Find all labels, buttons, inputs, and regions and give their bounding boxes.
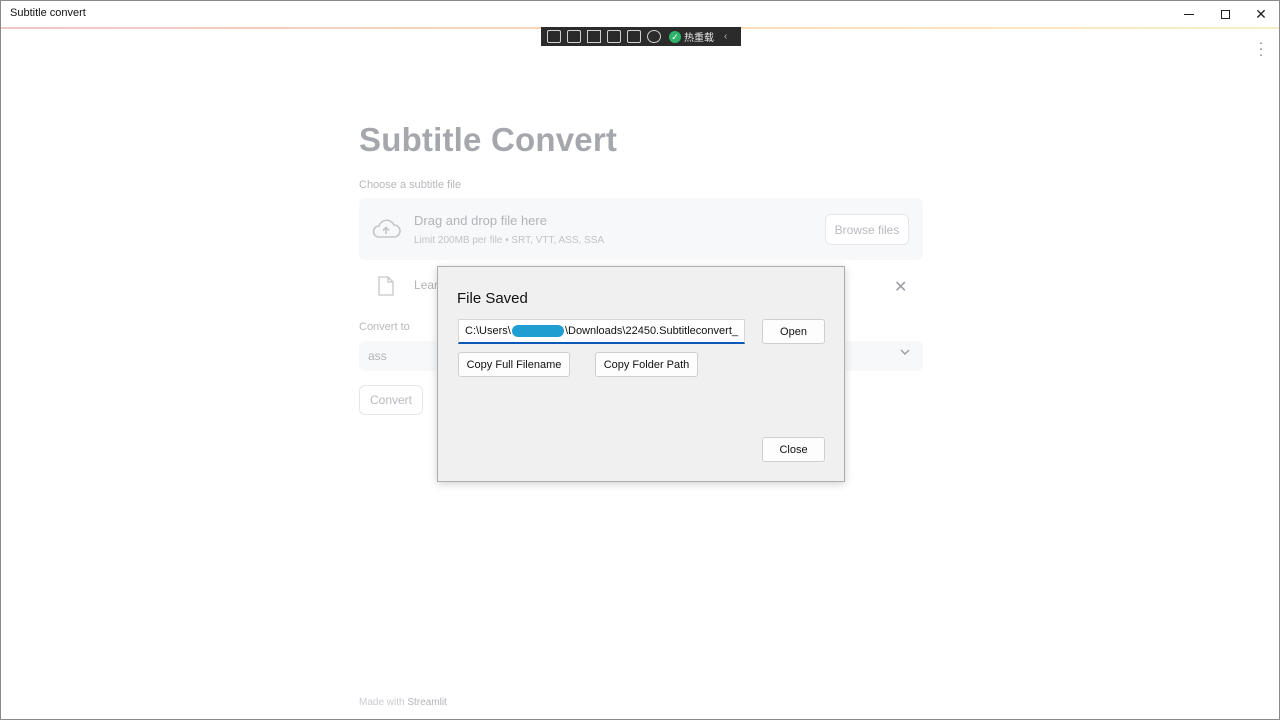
path-suffix: \Downloads\22450.Subtitleconvert_ <box>564 325 738 337</box>
minimize-button[interactable] <box>1171 1 1207 27</box>
footer-prefix: Made with <box>359 697 408 708</box>
close-dialog-button[interactable]: Close <box>762 437 825 462</box>
drop-text: Drag and drop file here <box>414 213 547 228</box>
file-uploader-dropzone[interactable]: Drag and drop file here Limit 200MB per … <box>359 198 923 260</box>
saved-path-field[interactable]: C:\Users\ \Downloads\22450.Subtitleconver… <box>458 319 745 344</box>
app-window: Subtitle convert ✕ ✓ 热重载 ‹ · · · Subtitle … <box>0 0 1280 720</box>
file-saved-dialog: File Saved C:\Users\ \Downloads\22450.Sub… <box>437 266 845 482</box>
window-title: Subtitle convert <box>10 7 86 19</box>
redacted-username <box>511 325 564 337</box>
uploader-label: Choose a subtitle file <box>359 179 462 191</box>
close-icon: ✕ <box>1255 5 1267 22</box>
minimize-icon <box>1184 13 1194 15</box>
dialog-title: File Saved <box>457 290 528 307</box>
main-menu-kebab-icon[interactable]: · · · <box>1256 35 1266 61</box>
file-icon <box>378 276 394 296</box>
path-prefix: C:\Users\ <box>465 325 511 337</box>
close-window-button[interactable]: ✕ <box>1243 1 1279 27</box>
maximize-button[interactable] <box>1207 1 1243 27</box>
page-title: Subtitle Convert <box>359 121 618 158</box>
open-button[interactable]: Open <box>762 319 825 344</box>
convert-button[interactable]: Convert <box>359 385 423 415</box>
cloud-upload-icon <box>372 219 401 238</box>
maximize-icon <box>1220 9 1230 19</box>
streamlit-link[interactable]: Streamlit <box>407 697 446 708</box>
copy-full-filename-button[interactable]: Copy Full Filename <box>458 352 570 377</box>
convert-to-label: Convert to <box>359 321 410 333</box>
footer: Made with Streamlit <box>359 697 447 708</box>
remove-file-icon[interactable]: ✕ <box>894 277 907 297</box>
limit-text: Limit 200MB per file • SRT, VTT, ASS, SS… <box>414 235 605 246</box>
chevron-down-icon <box>900 349 910 355</box>
browse-files-button[interactable]: Browse files <box>825 214 909 245</box>
copy-folder-path-button[interactable]: Copy Folder Path <box>595 352 698 377</box>
uploaded-file-name: Lear <box>414 278 439 292</box>
selected-format: ass <box>368 349 387 363</box>
